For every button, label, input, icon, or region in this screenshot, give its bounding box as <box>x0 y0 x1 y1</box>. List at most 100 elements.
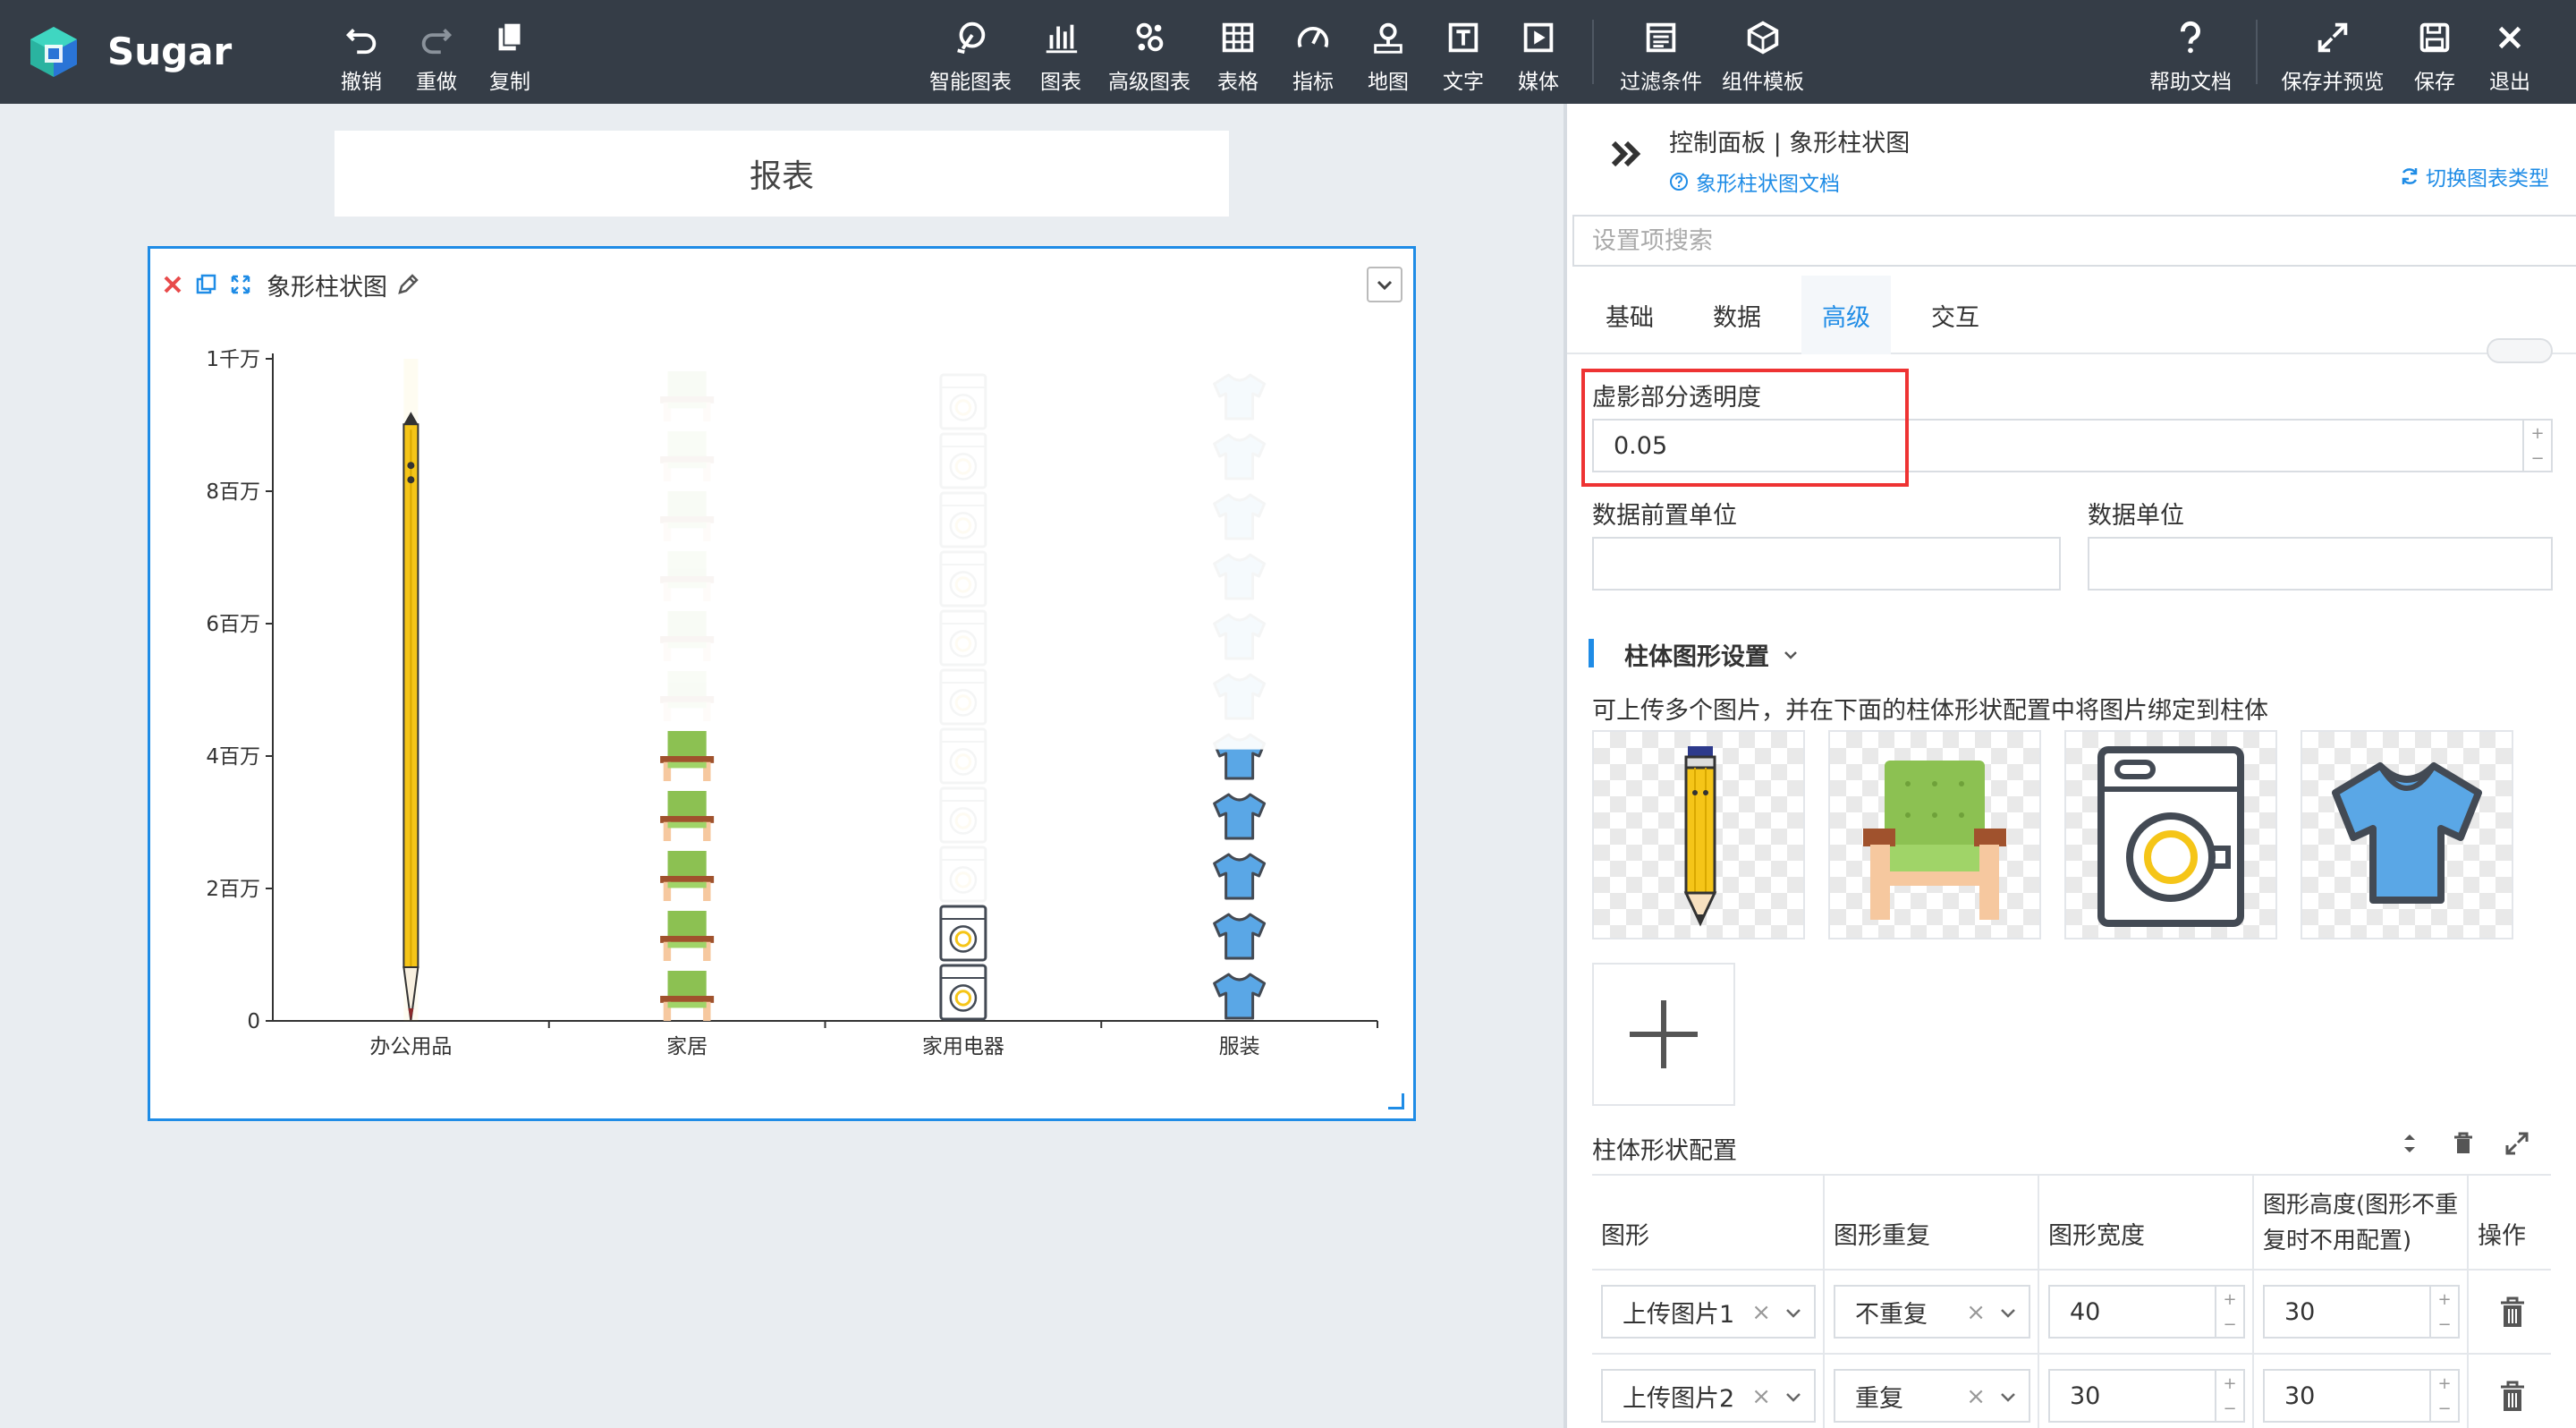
delete-row-icon[interactable] <box>2497 1380 2528 1414</box>
shape-settings-section[interactable]: 柱体图形设置 <box>1624 637 1800 672</box>
y-tick-label: 2百万 <box>206 878 260 901</box>
toolbar-divider <box>1592 20 1594 84</box>
clear-icon[interactable]: × <box>1966 1383 1986 1410</box>
redo-button[interactable]: 重做 <box>411 13 462 95</box>
shape-select-value: 上传图片2 <box>1623 1384 1735 1413</box>
height-input[interactable]: 30 + − <box>2263 1285 2460 1339</box>
column-header-height: 图形高度(图形不重复时不用配置) <box>2254 1176 2469 1271</box>
bar-washer[interactable] <box>939 373 987 1021</box>
help-doc-label: 帮助文档 <box>2149 71 2232 94</box>
filter-icon <box>1646 22 1676 53</box>
media-label: 媒体 <box>1518 71 1559 94</box>
toggle-switch[interactable] <box>2487 338 2553 363</box>
table-button[interactable]: 表格 <box>1215 13 1261 95</box>
toolbar-divider <box>2256 20 2258 84</box>
chart-label: 图表 <box>1040 71 1081 94</box>
save-preview-button[interactable]: 保存并预览 <box>2277 13 2388 95</box>
settings-search-input[interactable] <box>1572 215 2576 267</box>
filter-button[interactable]: 过滤条件 <box>1615 13 1707 95</box>
y-tick-label: 4百万 <box>206 745 260 769</box>
expand-icon[interactable] <box>2503 1129 2531 1158</box>
exit-button[interactable]: 退出 <box>2487 13 2533 95</box>
panel-tabs: 基础 数据 高级 交互 <box>1567 276 2576 354</box>
save-label: 保存 <box>2414 71 2455 94</box>
unit-input[interactable] <box>2088 537 2553 591</box>
sort-icon[interactable] <box>2395 1129 2424 1158</box>
text-button[interactable]: 文字 <box>1440 13 1487 95</box>
undo-button[interactable]: 撤销 <box>336 13 386 95</box>
shape-select-value: 上传图片1 <box>1623 1300 1735 1329</box>
width-stepper[interactable]: + − <box>2215 1371 2243 1421</box>
plus-icon <box>1630 1000 1698 1068</box>
uploaded-image-1[interactable] <box>1592 730 1805 939</box>
add-image-button[interactable] <box>1592 963 1735 1106</box>
uploaded-image-4[interactable] <box>2301 730 2513 939</box>
map-label: 地图 <box>1368 71 1409 94</box>
tab-advanced[interactable]: 高级 <box>1801 276 1891 354</box>
width-input[interactable]: 30 + − <box>2048 1369 2245 1423</box>
advanced-chart-button[interactable]: 高级图表 <box>1104 13 1195 95</box>
plus-icon[interactable]: + <box>2530 424 2544 443</box>
clear-icon[interactable]: × <box>1966 1299 1986 1326</box>
shape-select[interactable]: 上传图片1 × <box>1601 1285 1816 1339</box>
redo-label: 重做 <box>416 71 457 94</box>
height-input[interactable]: 30 + − <box>2263 1369 2460 1423</box>
copy-icon <box>498 21 522 51</box>
tab-basic[interactable]: 基础 <box>1587 276 1673 354</box>
question-icon <box>2181 21 2200 54</box>
chart-doc-link[interactable]: 象形柱状图文档 <box>1669 166 1840 197</box>
chart-widget[interactable]: 象形柱状图 0 2百万 4百万 6百万 8百万 1千万 办公用品 家居 家用电器 服装 <box>148 246 1416 1121</box>
height-stepper[interactable]: + − <box>2429 1287 2458 1337</box>
chevron-down-icon <box>2001 1309 2015 1318</box>
collapse-panel-icon[interactable] <box>1606 132 1649 175</box>
indicator-button[interactable]: 指标 <box>1290 13 1336 95</box>
delete-row-icon[interactable] <box>2497 1296 2528 1330</box>
switch-chart-type-button[interactable]: 切换图表类型 <box>2399 161 2549 191</box>
ghost-opacity-input[interactable]: 0.05 + − <box>1592 419 2553 472</box>
chevron-down-icon <box>1786 1309 1801 1318</box>
minus-icon[interactable]: − <box>2530 449 2544 468</box>
bar-pencil[interactable] <box>402 359 419 1022</box>
uploaded-image-3[interactable] <box>2064 730 2277 939</box>
x-tick-label: 家用电器 <box>922 1035 1004 1058</box>
clear-icon[interactable]: × <box>1751 1383 1771 1410</box>
table-icon <box>1222 22 1254 53</box>
table-row: 上传图片2 × 重复 × 30 + − 30 + − <box>1592 1355 2551 1428</box>
smart-chart-icon <box>957 21 986 55</box>
opacity-stepper[interactable]: + − <box>2522 421 2551 471</box>
map-button[interactable]: 地图 <box>1365 13 1411 95</box>
width-input[interactable]: 40 + − <box>2048 1285 2245 1339</box>
trash-icon[interactable] <box>2449 1129 2478 1158</box>
media-button[interactable]: 媒体 <box>1515 13 1562 95</box>
repeat-select[interactable]: 不重复 × <box>1834 1285 2030 1339</box>
chart-button[interactable]: 图表 <box>1038 13 1084 95</box>
shape-select[interactable]: 上传图片2 × <box>1601 1369 1816 1423</box>
save-icon <box>2419 22 2450 53</box>
template-button[interactable]: 组件模板 <box>1717 13 1809 95</box>
resize-handle[interactable] <box>1388 1093 1404 1109</box>
bar-tshirt[interactable] <box>1213 373 1267 1020</box>
chart-doc-link-label: 象形柱状图文档 <box>1696 173 1840 196</box>
height-stepper[interactable]: + − <box>2429 1371 2458 1421</box>
report-title[interactable]: 报表 <box>335 131 1229 217</box>
media-play-icon <box>1523 22 1554 53</box>
uploaded-image-2[interactable] <box>1828 730 2041 939</box>
unit-label: 数据单位 <box>2088 502 2184 530</box>
panel-title: 控制面板 | 象形柱状图 <box>1669 130 1911 157</box>
help-circle-icon <box>1670 173 1688 191</box>
repeat-select-value: 不重复 <box>1855 1300 1928 1329</box>
tab-interaction[interactable]: 交互 <box>1912 276 1998 354</box>
clear-icon[interactable]: × <box>1751 1299 1771 1326</box>
width-stepper[interactable]: + − <box>2215 1287 2243 1337</box>
copy-button[interactable]: 复制 <box>485 13 535 95</box>
x-tick-label: 家居 <box>666 1035 708 1058</box>
tshirt-icon <box>2332 762 2482 904</box>
bar-armchair[interactable] <box>660 371 715 1021</box>
smart-chart-button[interactable]: 智能图表 <box>925 13 1016 95</box>
template-label: 组件模板 <box>1722 71 1804 94</box>
repeat-select[interactable]: 重复 × <box>1834 1369 2030 1423</box>
help-doc-button[interactable]: 帮助文档 <box>2145 13 2236 95</box>
tab-data[interactable]: 数据 <box>1694 276 1780 354</box>
save-button[interactable]: 保存 <box>2411 13 2458 95</box>
prefix-unit-input[interactable] <box>1592 537 2061 591</box>
